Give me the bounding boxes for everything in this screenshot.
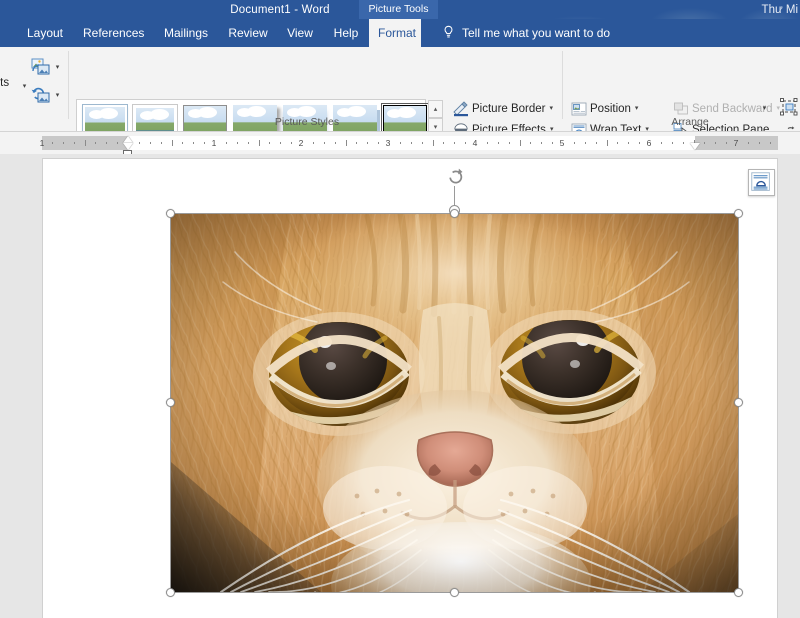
gallery-scroll-down-button[interactable]: ▾	[428, 118, 443, 131]
picture-styles-group-label: Picture Styles	[274, 116, 340, 128]
document-page[interactable]	[42, 158, 778, 618]
picture-style-simple-frame-white[interactable]	[82, 104, 128, 131]
tell-me-search-box[interactable]: Tell me what you want to do	[462, 19, 610, 47]
wrap-text-icon	[571, 122, 587, 131]
group-separator	[68, 51, 69, 119]
picture-style-beveled-matte-white[interactable]	[132, 104, 178, 131]
right-indent-marker[interactable]	[690, 143, 700, 150]
cat-photo[interactable]	[170, 213, 739, 593]
resize-handle-top-center[interactable]	[450, 209, 459, 218]
picture-effects-icon	[453, 122, 469, 131]
horizontal-ruler[interactable]: 1 1 2 3 4 5 6 7	[0, 132, 800, 158]
picture-style-metal-frame[interactable]	[183, 105, 227, 131]
tab-format[interactable]: Format	[369, 19, 421, 47]
document-canvas[interactable]	[0, 154, 800, 618]
tab-mailings[interactable]: Mailings	[153, 19, 219, 47]
chevron-down-icon[interactable]: ▾	[635, 105, 639, 112]
resize-handle-top-left[interactable]	[166, 209, 175, 218]
first-line-indent-marker[interactable]	[123, 136, 133, 143]
position-label: Position	[590, 103, 631, 116]
artistic-effects-truncated-label[interactable]: ects	[0, 77, 9, 89]
ruler-tick-label: 4	[472, 138, 478, 148]
tab-review[interactable]: Review	[219, 19, 277, 47]
tab-references[interactable]: References	[74, 19, 153, 47]
chevron-down-icon[interactable]: ▾	[53, 86, 62, 106]
reset-picture-button[interactable]	[30, 85, 52, 105]
group-separator	[562, 51, 563, 119]
resize-handle-top-right[interactable]	[734, 209, 743, 218]
ruler-tick-label: 5	[559, 138, 565, 148]
tab-layout[interactable]: Layout	[16, 19, 74, 47]
resize-handle-middle-right[interactable]	[734, 398, 743, 407]
resize-handle-bottom-center[interactable]	[450, 588, 459, 597]
gallery-scroll-up-button[interactable]: ▴	[428, 100, 443, 118]
layout-options-button[interactable]	[748, 169, 775, 196]
group-objects-button[interactable]	[779, 97, 800, 117]
document-title: Document1 - Word	[230, 4, 330, 16]
resize-handle-bottom-left[interactable]	[166, 588, 175, 597]
rotate-handle-icon[interactable]	[445, 166, 467, 188]
account-user-name: Thư Mi	[761, 4, 798, 16]
resize-handle-bottom-right[interactable]	[734, 588, 743, 597]
picture-effects-button[interactable]: Picture Effects ▾	[452, 120, 553, 132]
change-picture-button[interactable]	[30, 57, 52, 77]
position-icon	[571, 101, 587, 117]
ruler-tick-label: 6	[646, 138, 652, 148]
chevron-down-icon[interactable]: ▾	[550, 105, 554, 112]
picture-effects-label: Picture Effects	[472, 124, 546, 132]
tab-view[interactable]: View	[277, 19, 323, 47]
lightbulb-icon	[441, 25, 456, 41]
arrange-group-label: Arrange	[671, 116, 709, 128]
ribbon: ects ▾ ▾ ▾	[0, 47, 800, 132]
ruler-tick-label: 3	[385, 138, 391, 148]
ruler-tick-label: 1	[211, 138, 217, 148]
resize-handle-middle-left[interactable]	[166, 398, 175, 407]
title-bar: Picture Tools Document1 - Word Thư Mi	[0, 0, 800, 20]
chevron-down-icon[interactable]: ▾	[760, 99, 769, 119]
picture-border-icon	[453, 101, 469, 117]
picture-border-button[interactable]: Picture Border ▾	[452, 99, 553, 119]
picture-border-label: Picture Border	[472, 103, 546, 116]
tab-help[interactable]: Help	[323, 19, 369, 47]
chevron-down-icon[interactable]: ▾	[53, 58, 62, 78]
word-application-window: Picture Tools Document1 - Word Thư Mi La…	[0, 0, 800, 618]
chevron-down-icon[interactable]: ▾	[20, 77, 29, 97]
ruler-tick-label: 2	[298, 138, 304, 148]
ruler-tick-label: 7	[733, 138, 739, 148]
ribbon-tab-strip: Layout References Mailings Review View H…	[0, 19, 800, 47]
hanging-indent-marker[interactable]	[123, 143, 133, 150]
picture-style-simple-frame-black[interactable]	[381, 103, 429, 131]
ruler-tick-label: 1	[39, 138, 45, 148]
rotate-objects-button[interactable]	[779, 125, 800, 131]
selected-picture-container[interactable]	[166, 168, 775, 597]
